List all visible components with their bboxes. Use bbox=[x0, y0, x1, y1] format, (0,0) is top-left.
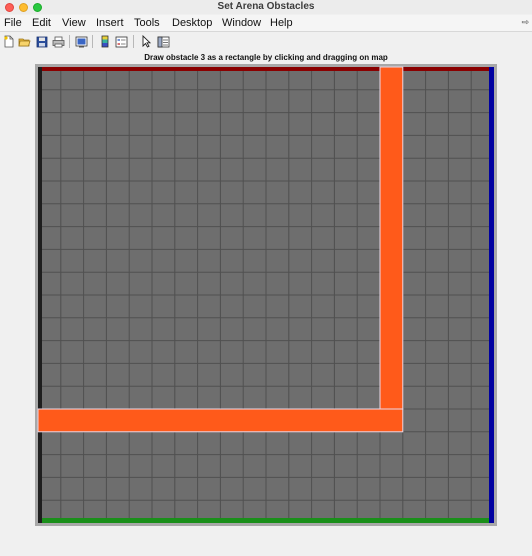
obstacle-2 bbox=[37, 408, 404, 433]
arena-wall-top bbox=[38, 67, 494, 71]
toolbar-separator bbox=[133, 35, 134, 48]
figure-title: Draw obstacle 3 as a rectangle by clicki… bbox=[144, 53, 388, 62]
print-icon[interactable] bbox=[51, 34, 66, 49]
obstacle-1 bbox=[379, 66, 404, 410]
insert-colorbar-icon[interactable] bbox=[97, 34, 112, 49]
window-title-bar: Set Arena Obstacles bbox=[0, 0, 532, 14]
menu-tools[interactable]: Tools bbox=[134, 17, 160, 30]
menu-window[interactable]: Window bbox=[222, 17, 261, 30]
menu-desktop[interactable]: Desktop bbox=[172, 17, 212, 30]
arena-wall-right bbox=[489, 67, 494, 523]
open-file-icon[interactable] bbox=[17, 34, 32, 49]
new-figure-icon[interactable] bbox=[1, 34, 16, 49]
insert-legend-icon[interactable] bbox=[114, 34, 129, 49]
edit-plot-pointer-icon[interactable] bbox=[139, 34, 154, 49]
menu-help[interactable]: Help bbox=[270, 17, 293, 30]
chevron-right-icon[interactable]: ⇨ bbox=[521, 17, 529, 28]
arena-map[interactable] bbox=[35, 64, 497, 526]
property-inspector-icon[interactable] bbox=[156, 34, 171, 49]
window-title: Set Arena Obstacles bbox=[217, 1, 315, 12]
menu-file[interactable]: File bbox=[4, 17, 22, 30]
arena-wall-bottom bbox=[38, 518, 494, 523]
menu-edit[interactable]: Edit bbox=[32, 17, 51, 30]
toolbar-separator bbox=[92, 35, 93, 48]
save-icon[interactable] bbox=[34, 34, 49, 49]
menu-insert[interactable]: Insert bbox=[96, 17, 124, 30]
menu-view[interactable]: View bbox=[62, 17, 86, 30]
menu-bar: File Edit View Insert Tools Desktop Wind… bbox=[0, 15, 532, 32]
toolbar-separator bbox=[69, 35, 70, 48]
print-preview-icon[interactable] bbox=[74, 34, 89, 49]
figure-toolbar bbox=[0, 33, 532, 50]
arena-wall-left bbox=[38, 67, 42, 523]
